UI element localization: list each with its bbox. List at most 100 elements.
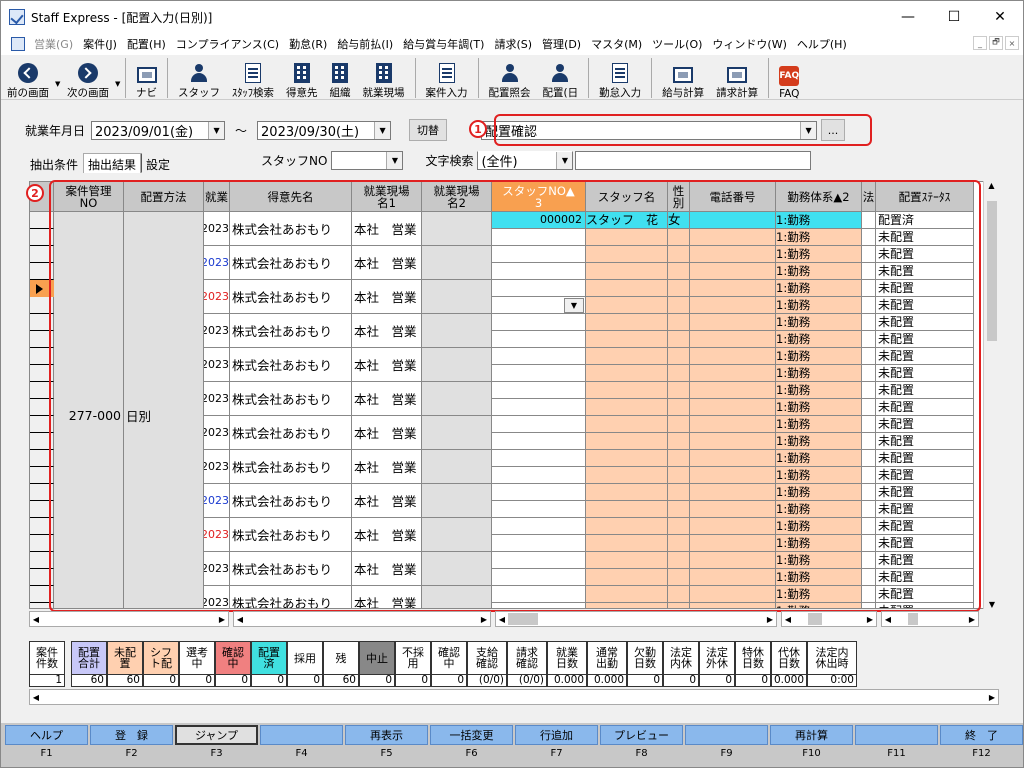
organization-icon xyxy=(332,63,348,83)
scroll-up-icon[interactable]: ▲ xyxy=(984,181,999,190)
tab-extract-conditions[interactable]: 抽出条件 xyxy=(25,153,83,173)
hscroll-left[interactable]: ◀ ▶ xyxy=(29,611,229,627)
dropdown-arrow-icon[interactable]: ▼ xyxy=(208,121,225,139)
menu-item-12[interactable]: ヘルプ(H) xyxy=(792,36,852,52)
toolbar-label: 組織 xyxy=(329,87,351,99)
summary-hscroll[interactable]: ◀ ▶ xyxy=(29,689,999,705)
close-button[interactable]: ✕ xyxy=(977,1,1023,33)
staff-search-icon xyxy=(245,63,261,83)
summary-value-5: 0 xyxy=(215,675,251,687)
menu-item-10[interactable]: ツール(O) xyxy=(647,36,707,52)
assignment-daily-button[interactable]: 配置(日 xyxy=(537,56,585,100)
menu-item-6[interactable]: 給与賞与年調(T) xyxy=(398,36,489,52)
fkey-f4[interactable]: F4 xyxy=(260,723,343,767)
date-from-combo[interactable]: 2023/09/01(金) ▼ xyxy=(91,120,226,140)
organization-button[interactable]: 組織 xyxy=(324,56,357,100)
navi-button[interactable]: ナビ xyxy=(130,56,163,100)
worksite-icon xyxy=(375,63,392,83)
summary-value-19: 0 xyxy=(735,675,771,687)
summary-header-0: 案件 件数 xyxy=(29,641,65,675)
menu-item-7[interactable]: 請求(S) xyxy=(489,36,537,52)
fkey-f6[interactable]: 一括変更 F6 xyxy=(430,723,513,767)
mdi-button-0[interactable]: _ xyxy=(973,36,987,50)
scroll-thumb[interactable] xyxy=(987,201,997,341)
dropdown-arrow-icon[interactable]: ▼ xyxy=(115,80,121,88)
hscroll-status[interactable]: ◀ ▶ xyxy=(881,611,979,627)
dropdown-arrow-icon[interactable]: ▼ xyxy=(386,152,403,169)
summary-value-4: 0 xyxy=(179,675,215,687)
billing-calc-button[interactable]: 請求計算 xyxy=(710,56,764,100)
fkey-label: ジャンプ xyxy=(175,725,258,745)
hscroll-shift[interactable]: ◀ ▶ xyxy=(781,611,877,627)
search-row: スタッフNO ▼ 文字検索 (全件) ▼ xyxy=(261,151,812,170)
staff-search-button[interactable]: ｽﾀｯﾌ検索 xyxy=(226,56,280,100)
summary-value-12: (0/0) xyxy=(467,675,507,687)
menu-item-4[interactable]: 勤怠(R) xyxy=(284,36,332,52)
summary-value-8: 60 xyxy=(323,675,359,687)
text-search-input[interactable] xyxy=(575,151,812,170)
forward-button[interactable]: 次の画面 xyxy=(61,56,115,100)
faq-button[interactable]: FAQ FAQ xyxy=(773,56,805,100)
summary-header-15: 通常 出勤 xyxy=(587,641,627,675)
summary-header-12: 支給 確認 xyxy=(467,641,507,675)
minimize-button[interactable]: — xyxy=(885,1,931,33)
menu-item-1[interactable]: 案件(J) xyxy=(78,36,122,52)
menu-item-8[interactable]: 管理(D) xyxy=(537,36,586,52)
menu-item-2[interactable]: 配置(H) xyxy=(122,36,171,52)
menu-item-3[interactable]: コンプライアンス(C) xyxy=(171,36,284,52)
assignment-daily-icon xyxy=(550,63,570,83)
mdi-button-2[interactable]: × xyxy=(1005,36,1019,50)
fkey-f3[interactable]: ジャンプ F3 xyxy=(175,723,258,767)
tab-settings[interactable]: 設定 xyxy=(141,153,175,173)
assignment-inquiry-button[interactable]: 配置照会 xyxy=(483,56,537,100)
summary-value-16: 0 xyxy=(627,675,663,687)
summary-header-10: 不採 用 xyxy=(395,641,431,675)
fkey-number: F9 xyxy=(720,748,733,759)
date-from-value: 2023/09/01(金) xyxy=(95,124,194,140)
menu-item-9[interactable]: マスタ(M) xyxy=(586,36,647,52)
fkey-f7[interactable]: 行追加 F7 xyxy=(515,723,598,767)
fkey-f5[interactable]: 再表示 F5 xyxy=(345,723,428,767)
summary-value-1: 60 xyxy=(71,675,107,687)
case-input-icon xyxy=(438,63,455,83)
fkey-number: F1 xyxy=(40,748,53,759)
fkey-f1[interactable]: ヘルプ F1 xyxy=(5,723,88,767)
menu-item-11[interactable]: ウィンドウ(W) xyxy=(707,36,791,52)
fkey-f8[interactable]: プレビュー F8 xyxy=(600,723,683,767)
summary-value-10: 0 xyxy=(395,675,431,687)
staff-no-combo[interactable]: ▼ xyxy=(331,151,404,170)
customer-button[interactable]: 得意先 xyxy=(280,56,324,100)
switch-button[interactable]: 切替 xyxy=(409,119,448,141)
dropdown-arrow-icon[interactable]: ▼ xyxy=(374,121,391,139)
attendance-input-button[interactable]: 勤怠入力 xyxy=(593,56,647,100)
mdi-button-1[interactable]: 🗗 xyxy=(989,36,1003,50)
menu-item-5[interactable]: 給与前払(I) xyxy=(332,36,398,52)
tab-extract-results[interactable]: 抽出結果 xyxy=(83,153,142,173)
maximize-button[interactable]: ☐ xyxy=(931,1,977,33)
back-button[interactable]: 前の画面 xyxy=(1,56,55,100)
fkey-f11[interactable]: F11 xyxy=(855,723,938,767)
fkey-f10[interactable]: 再計算 F10 xyxy=(770,723,853,767)
worksite-button[interactable]: 就業現場 xyxy=(357,56,411,100)
text-search-combo[interactable]: (全件) ▼ xyxy=(477,151,574,170)
fkey-f9[interactable]: F9 xyxy=(685,723,768,767)
hscroll-mid[interactable]: ◀ ▶ xyxy=(233,611,491,627)
navi-icon xyxy=(136,67,157,83)
menu-item-0[interactable]: 営業(G) xyxy=(29,36,78,52)
vertical-scrollbar[interactable]: ▲ ▼ xyxy=(983,181,999,609)
fkey-f2[interactable]: 登 録 F2 xyxy=(90,723,173,767)
mdi-icon xyxy=(11,37,25,51)
fkey-label xyxy=(855,725,938,745)
assignment-inquiry-icon xyxy=(500,63,520,83)
summary-header-9: 中止 xyxy=(359,641,395,675)
payroll-calc-button[interactable]: 給与計算 xyxy=(656,56,710,100)
scroll-down-icon[interactable]: ▼ xyxy=(984,600,1000,609)
staff-button[interactable]: スタッフ xyxy=(172,56,226,100)
fkey-label: 再表示 xyxy=(345,725,428,745)
hscroll-staff[interactable]: ◀ ▶ xyxy=(495,611,777,627)
case-input-button[interactable]: 案件入力 xyxy=(420,56,474,100)
summary-header-21: 法定内 休出時 xyxy=(807,641,857,675)
dropdown-arrow-icon[interactable]: ▼ xyxy=(556,152,573,169)
date-to-combo[interactable]: 2023/09/30(土) ▼ xyxy=(257,120,392,140)
fkey-f12[interactable]: 終 了 F12 xyxy=(940,723,1023,767)
